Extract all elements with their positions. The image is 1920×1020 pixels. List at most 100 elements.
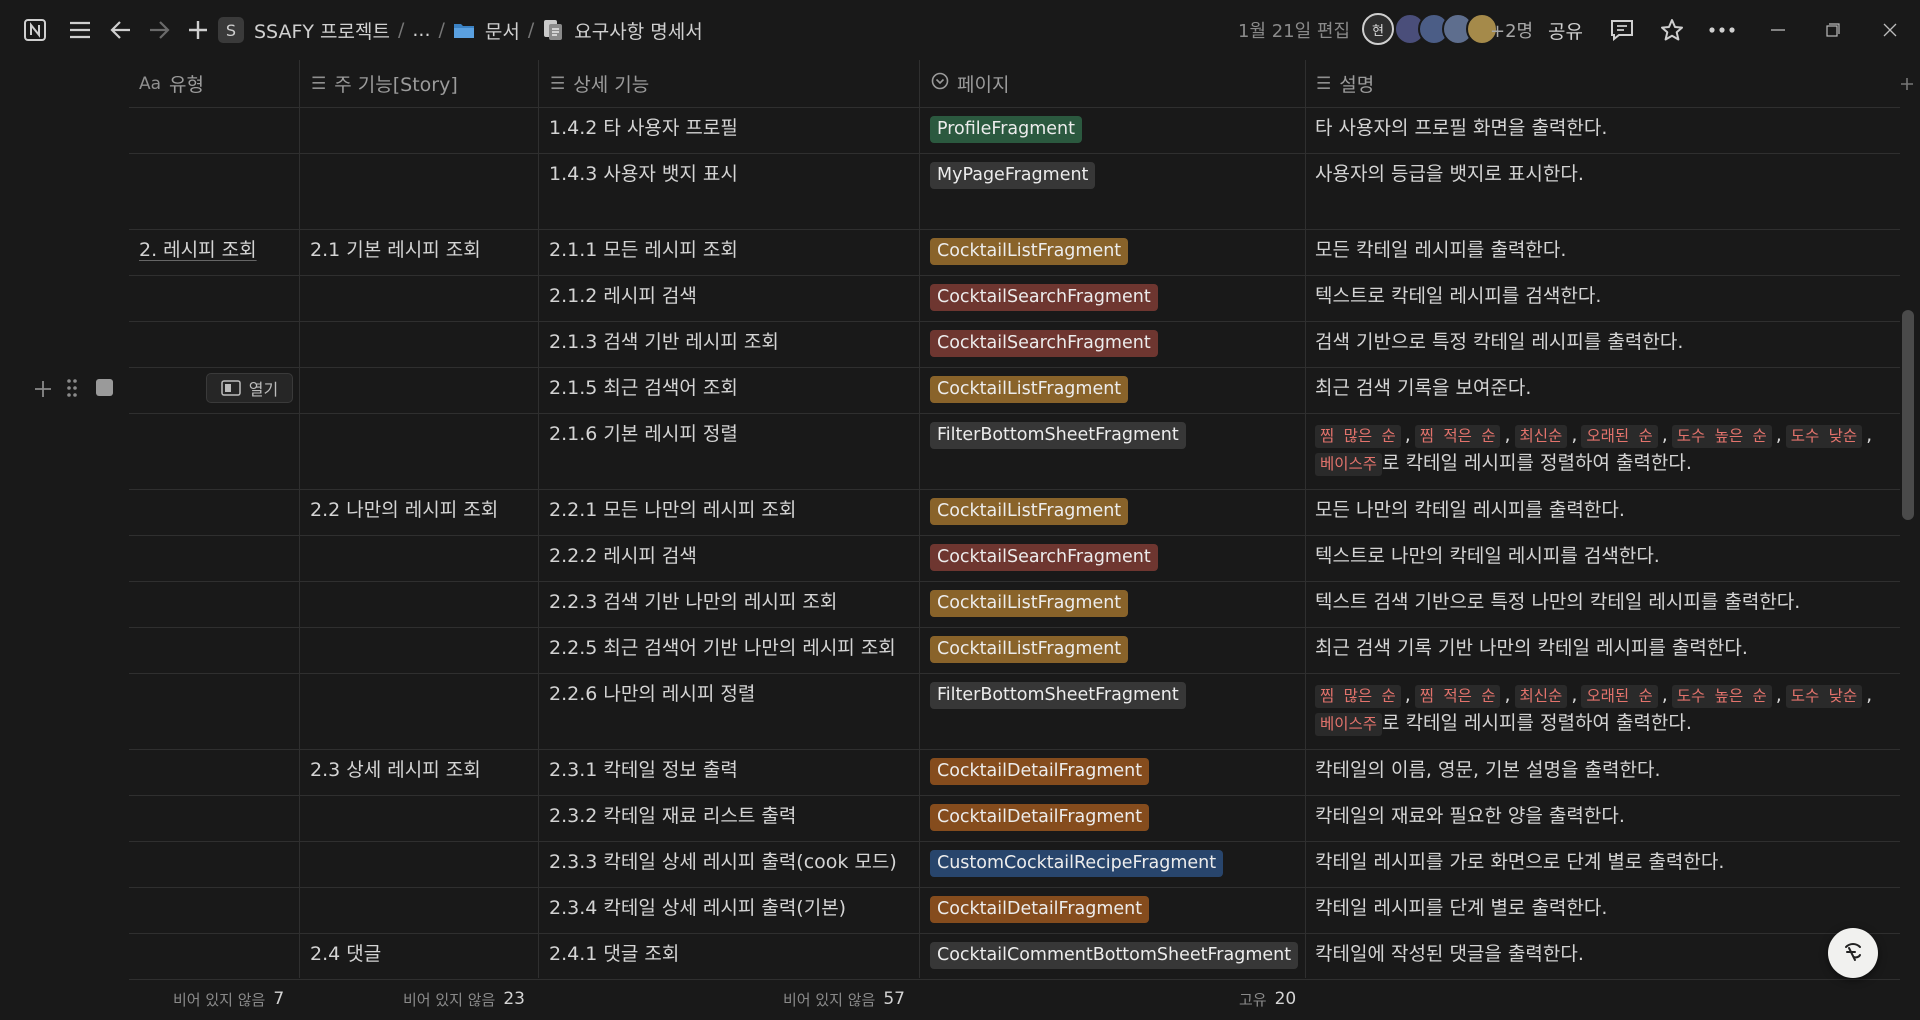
cell-page[interactable]: CocktailDetailFragment (930, 803, 1300, 831)
footer-calc-desc[interactable]: 고유 20 (1239, 978, 1296, 1020)
table-row[interactable]: 2. 레시피 조회 2.1 기본 레시피 조회 2.1.1 모든 레시피 조회 Coc… (129, 230, 1900, 276)
cell-desc[interactable]: 텍스트로 칵테일 레시피를 검색한다. (1315, 283, 1895, 309)
table-row[interactable]: 2.2.5 최근 검색어 기반 나만의 레시피 조회 CocktailListFr… (129, 628, 1900, 674)
cell-desc[interactable]: 검색 기반으로 특정 칵테일 레시피를 출력한다. (1315, 329, 1895, 355)
page-tag[interactable]: MyPageFragment (930, 162, 1096, 189)
page-tag[interactable]: CocktailSearchFragment (930, 544, 1158, 571)
cell-desc[interactable]: 칵테일에 작성된 댓글을 출력한다. (1315, 941, 1895, 967)
cell-page[interactable]: CocktailSearchFragment (930, 283, 1300, 311)
cell-desc[interactable]: 칵테일 레시피를 단계 별로 출력한다. (1315, 895, 1895, 921)
cell-type[interactable]: 2. 레시피 조회 (139, 237, 299, 263)
cell-page[interactable]: FilterBottomSheetFragment (930, 681, 1300, 709)
table-row[interactable]: 2.2.2 레시피 검색 CocktailSearchFragment 텍스트로 나… (129, 536, 1900, 582)
cell-desc[interactable]: 찜 많은 순,찜 적은 순, 최신순, 오래된 순, 도수 높은 순, 도수 낮순 ,베이… (1315, 681, 1895, 737)
close-icon[interactable] (1880, 15, 1900, 45)
cell-page[interactable]: CocktailListFragment (930, 635, 1300, 663)
avatar[interactable]: 현 (1362, 13, 1394, 45)
cell-detail[interactable]: 2.2.5 최근 검색어 기반 나만의 레시피 조회 (549, 635, 919, 661)
cell-detail[interactable]: 2.1.6 기본 레시피 정렬 (549, 421, 919, 447)
cell-desc[interactable]: 칵테일의 재료와 필요한 양을 출력한다. (1315, 803, 1895, 829)
table-row[interactable]: 2.2 나만의 레시피 조회 2.2.1 모든 나만의 레시피 조회 Cocktai… (129, 490, 1900, 536)
page-tag[interactable]: CocktailDetailFragment (930, 804, 1150, 831)
page-tag[interactable]: CocktailListFragment (930, 498, 1129, 525)
footer-calc-story[interactable]: 비어 있지 않음 23 (403, 978, 525, 1020)
breadcrumb-workspace[interactable]: SSAFY 프로젝트 (254, 17, 390, 44)
cell-detail[interactable]: 2.1.1 모든 레시피 조회 (549, 237, 919, 263)
cell-page[interactable]: CocktailListFragment (930, 237, 1300, 265)
cell-desc[interactable]: 모든 칵테일 레시피를 출력한다. (1315, 237, 1895, 263)
cell-detail[interactable]: 2.2.6 나만의 레시피 정렬 (549, 681, 919, 707)
cell-detail[interactable]: 2.3.2 칵테일 재료 리스트 출력 (549, 803, 919, 829)
cell-page[interactable]: ProfileFragment (930, 115, 1300, 143)
notion-logo-icon[interactable] (22, 15, 48, 45)
cell-desc[interactable]: 텍스트로 나만의 칵테일 레시피를 검색한다. (1315, 543, 1895, 569)
cell-page[interactable]: CustomCocktailRecipeFragment (930, 849, 1300, 877)
column-header-detail[interactable]: ☰ 상세 기능 (550, 60, 649, 107)
cell-desc[interactable]: 최근 검색 기록 기반 나만의 칵테일 레시피를 출력한다. (1315, 635, 1895, 661)
cell-detail[interactable]: 2.4.1 댓글 조회 (549, 941, 919, 967)
cell-desc[interactable]: 타 사용자의 프로필 화면을 출력한다. (1315, 115, 1895, 141)
page-tag[interactable]: CocktailListFragment (930, 238, 1129, 265)
restore-icon[interactable] (1823, 15, 1843, 45)
forward-arrow-icon[interactable] (146, 15, 172, 45)
new-page-plus-icon[interactable] (185, 15, 211, 45)
cell-desc[interactable]: 사용자의 등급을 뱃지로 표시한다. (1315, 161, 1895, 187)
cell-page[interactable]: CocktailSearchFragment (930, 543, 1300, 571)
row-drag-handle-icon[interactable] (66, 378, 80, 400)
page-tag[interactable]: CocktailDetailFragment (930, 758, 1150, 785)
add-column-plus-icon[interactable] (1899, 60, 1915, 107)
cell-page[interactable]: CocktailDetailFragment (930, 895, 1300, 923)
more-options-icon[interactable] (1708, 15, 1736, 45)
vertical-scrollbar[interactable] (1902, 310, 1914, 520)
menu-icon[interactable] (66, 15, 94, 45)
back-arrow-icon[interactable] (108, 15, 134, 45)
comment-icon[interactable] (1608, 15, 1636, 45)
page-tag[interactable]: FilterBottomSheetFragment (930, 422, 1186, 449)
row-select-checkbox[interactable] (96, 379, 113, 396)
cell-story[interactable]: 2.2 나만의 레시피 조회 (310, 497, 540, 523)
page-tag[interactable]: ProfileFragment (930, 116, 1083, 143)
page-tag[interactable]: CocktailListFragment (930, 590, 1129, 617)
cell-story[interactable]: 2.4 댓글 (310, 941, 540, 967)
table-row[interactable]: 2.1.2 레시피 검색 CocktailSearchFragment 텍스트로 칵… (129, 276, 1900, 322)
page-tag[interactable]: CocktailListFragment (930, 376, 1129, 403)
column-header-page[interactable]: 페이지 (931, 60, 1009, 107)
cell-page[interactable]: CocktailCommentBottomSheetFragment (930, 941, 1300, 969)
page-tag[interactable]: CocktailListFragment (930, 636, 1129, 663)
cell-detail[interactable]: 2.3.1 칵테일 정보 출력 (549, 757, 919, 783)
table-row[interactable]: 2.4 댓글 2.4.1 댓글 조회 CocktailCommentBottomSh… (129, 934, 1900, 980)
cell-desc[interactable]: 칵테일의 이름, 영문, 기본 설명을 출력한다. (1315, 757, 1895, 783)
share-button[interactable]: 공유 (1548, 16, 1583, 44)
row-add-icon[interactable] (32, 378, 54, 400)
page-tag[interactable]: CustomCocktailRecipeFragment (930, 850, 1224, 877)
cell-detail[interactable]: 2.1.2 레시피 검색 (549, 283, 919, 309)
table-row[interactable]: 2.3.2 칵테일 재료 리스트 출력 CocktailDetailFragmen… (129, 796, 1900, 842)
footer-calc-page[interactable]: 비어 있지 않음 57 (783, 978, 905, 1020)
cell-desc[interactable]: 텍스트 검색 기반으로 특정 나만의 칵테일 레시피를 출력한다. (1315, 589, 1895, 615)
table-row[interactable]: 2.1.6 기본 레시피 정렬 FilterBottomSheetFragment… (129, 414, 1900, 490)
column-header-desc[interactable]: ☰ 설명 (1316, 60, 1374, 107)
cell-detail[interactable]: 2.1.5 최근 검색어 조회 (549, 375, 919, 401)
page-tag[interactable]: CocktailCommentBottomSheetFragment (930, 942, 1299, 969)
table-row[interactable]: 2.1.3 검색 기반 레시피 조회 CocktailSearchFragment… (129, 322, 1900, 368)
cell-page[interactable]: CocktailDetailFragment (930, 757, 1300, 785)
cell-detail[interactable]: 1.4.3 사용자 뱃지 표시 (549, 161, 919, 187)
table-row[interactable]: 2.2.3 검색 기반 나만의 레시피 조회 CocktailListFragme… (129, 582, 1900, 628)
page-tag[interactable]: CocktailSearchFragment (930, 284, 1158, 311)
column-header-type[interactable]: Aa 유형 (139, 60, 204, 107)
notion-ai-button[interactable] (1828, 928, 1878, 978)
cell-detail[interactable]: 2.3.3 칵테일 상세 레시피 출력(cook 모드) (549, 849, 919, 875)
cell-detail[interactable]: 2.2.1 모든 나만의 레시피 조회 (549, 497, 919, 523)
star-icon[interactable] (1658, 15, 1686, 45)
cell-detail[interactable]: 2.2.3 검색 기반 나만의 레시피 조회 (549, 589, 919, 615)
minimize-icon[interactable] (1768, 15, 1788, 45)
cell-story[interactable]: 2.1 기본 레시피 조회 (310, 237, 540, 263)
cell-detail[interactable]: 2.1.3 검색 기반 레시피 조회 (549, 329, 919, 355)
breadcrumb-current-page[interactable]: 요구사항 명세서 (574, 17, 702, 44)
cell-page[interactable]: MyPageFragment (930, 161, 1300, 189)
cell-desc[interactable]: 칵테일 레시피를 가로 화면으로 단계 별로 출력한다. (1315, 849, 1895, 875)
footer-calc-type[interactable]: 비어 있지 않음 7 (173, 978, 284, 1020)
cell-page[interactable]: CocktailListFragment (930, 375, 1300, 403)
breadcrumb-ellipsis[interactable]: ... (412, 19, 430, 41)
cell-page[interactable]: CocktailListFragment (930, 589, 1300, 617)
